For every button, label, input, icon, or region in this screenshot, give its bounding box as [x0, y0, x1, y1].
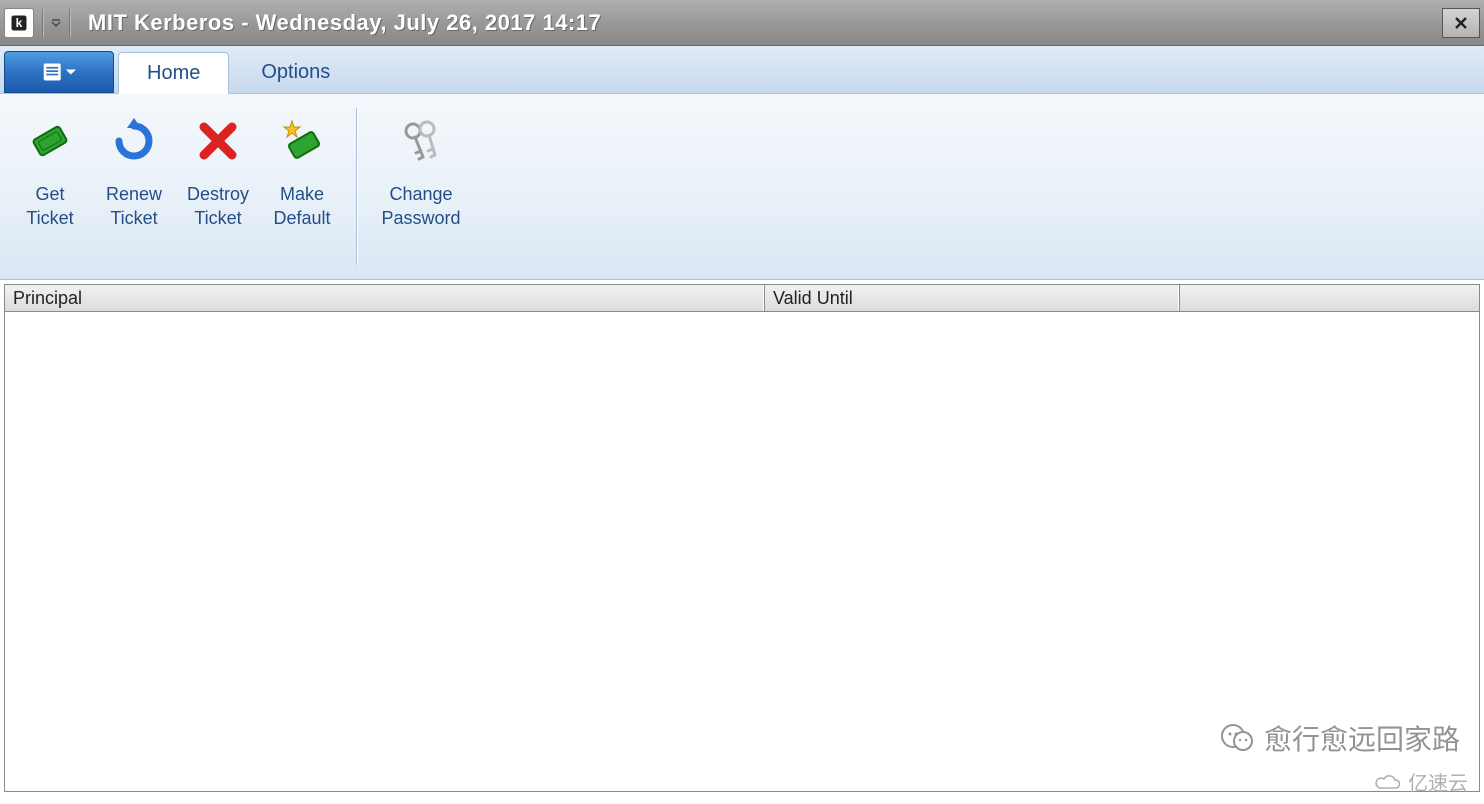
- ticket-star-icon: [278, 106, 326, 176]
- file-menu-button[interactable]: [4, 51, 114, 93]
- refresh-icon: [111, 106, 157, 176]
- ribbon-group-password: Change Password: [367, 100, 475, 273]
- watermark-brand: 亿速云: [1374, 767, 1468, 796]
- ribbon-label: Destroy Ticket: [187, 182, 249, 231]
- separator: [69, 9, 70, 37]
- delete-icon: [196, 106, 240, 176]
- ribbon-label: Make Default: [273, 182, 330, 231]
- app-icon[interactable]: k: [4, 8, 34, 38]
- separator: [42, 9, 43, 37]
- ribbon-label: Get Ticket: [26, 182, 73, 231]
- separator: [356, 108, 357, 265]
- column-header-valid-until[interactable]: Valid Until: [764, 285, 1179, 311]
- make-default-button[interactable]: Make Default: [260, 102, 344, 271]
- ribbon: Get Ticket Renew Ticket Destroy Ticket: [0, 94, 1484, 280]
- table-header: Principal Valid Until: [4, 284, 1480, 312]
- ticket-icon: [27, 106, 73, 176]
- ribbon-tabbar: Home Options: [0, 46, 1484, 94]
- tab-options[interactable]: Options: [233, 51, 358, 93]
- wechat-icon: [1220, 721, 1254, 755]
- cloud-icon: [1374, 772, 1402, 792]
- watermark-text: 愈行愈远回家路: [1220, 718, 1460, 758]
- destroy-ticket-button[interactable]: Destroy Ticket: [176, 102, 260, 271]
- ribbon-group-tickets: Get Ticket Renew Ticket Destroy Ticket: [6, 100, 346, 273]
- column-header-principal[interactable]: Principal: [4, 285, 764, 311]
- renew-ticket-button[interactable]: Renew Ticket: [92, 102, 176, 271]
- ribbon-label: Renew Ticket: [106, 182, 162, 231]
- change-password-button[interactable]: Change Password: [369, 102, 473, 271]
- titlebar: k MIT Kerberos - Wednesday, July 26, 201…: [0, 0, 1484, 46]
- tab-home[interactable]: Home: [118, 52, 229, 94]
- keys-icon: [397, 106, 445, 176]
- get-ticket-button[interactable]: Get Ticket: [8, 102, 92, 271]
- quick-access-dropdown[interactable]: [47, 9, 65, 37]
- tab-label: Home: [147, 62, 200, 85]
- svg-text:k: k: [16, 15, 23, 29]
- close-button[interactable]: [1442, 8, 1480, 38]
- column-header-empty[interactable]: [1179, 285, 1480, 311]
- window-title: MIT Kerberos - Wednesday, July 26, 2017 …: [88, 10, 601, 36]
- ribbon-label: Change Password: [381, 182, 460, 231]
- tab-label: Options: [261, 61, 330, 84]
